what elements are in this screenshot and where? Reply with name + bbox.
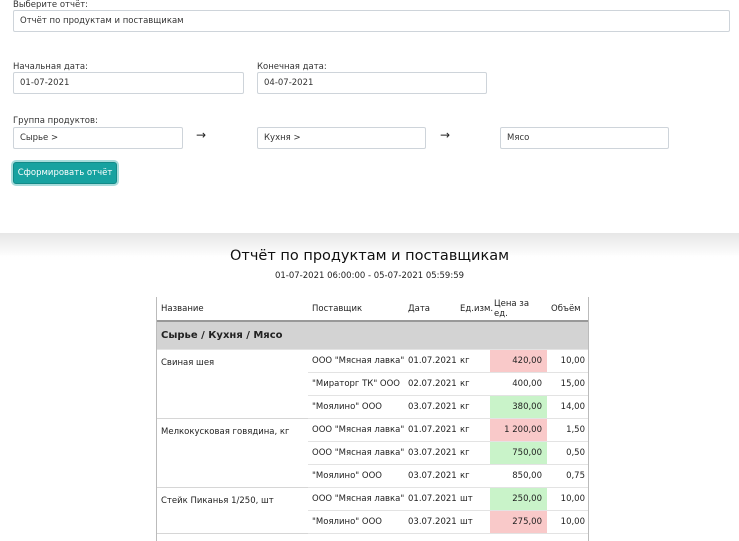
cell-price: 275,00 [490,510,547,534]
product-group-label: Группа продуктов: [13,116,98,126]
report-form: Выберите отчёт: Отчёт по продуктам и пос… [0,0,739,233]
product-name: Свиная шея [157,349,308,419]
report-table: Название Поставщик Дата Ед.изм. Цена за … [157,297,588,534]
product-group-level2-select[interactable]: Кухня > [257,127,426,149]
col-header-unit: Ед.изм. [456,297,493,322]
cell-supplier: "Моялино" ООО [308,510,404,534]
cell-date: 01.07.2021 [404,487,456,511]
cell-unit: шт [456,487,490,511]
report-select-label: Выберите отчёт: [13,0,89,10]
cell-price: 420,00 [490,349,547,373]
table-row: Свиная шея ООО "Мясная лавка" 01.07.2021 кг… [157,349,588,419]
group-title: Сырье / Кухня / Мясо [157,321,588,350]
cell-price: 400,00 [490,372,547,396]
cell-price: 1 200,00 [490,418,547,442]
cell-volume: 10,00 [547,349,588,373]
col-header-supplier: Поставщик [308,297,404,322]
cell-volume: 0,50 [547,441,588,465]
table-row: Стейк Пиканья 1/250, шт ООО "Мясная лавка… [157,487,588,534]
cell-supplier: "Моялино" ООО [308,395,404,419]
cell-volume: 10,00 [547,510,588,534]
col-header-date: Дата [404,297,456,322]
table-row: Мелкокусковая говядина, кг ООО "Мясная ла… [157,418,588,488]
cell-unit: кг [456,349,490,373]
cell-supplier: ООО "Мясная лавка" [308,441,404,465]
cell-price: 380,00 [490,395,547,419]
col-header-price: Цена за ед. [490,297,547,322]
cell-price: 750,00 [490,441,547,465]
report-title: Отчёт по продуктам и поставщикам [229,248,510,264]
cell-unit: кг [456,441,490,465]
cell-supplier: ООО "Мясная лавка" [308,349,404,373]
cell-date: 02.07.2021 [404,372,456,396]
generate-report-button[interactable]: Сформировать отчёт [13,162,117,184]
group-row: Сырье / Кухня / Мясо [157,321,588,350]
end-date-input[interactable]: 04-07-2021 [257,72,487,94]
cell-supplier: "Моялино" ООО [308,464,404,488]
table-header-row: Название Поставщик Дата Ед.изм. Цена за … [157,297,588,322]
cell-date: 03.07.2021 [404,464,456,488]
start-date-label: Начальная дата: [13,62,88,72]
cell-date: 03.07.2021 [404,441,456,465]
report-select[interactable]: Отчёт по продуктам и поставщикам [13,10,730,32]
cell-date: 01.07.2021 [404,418,456,442]
cell-date: 01.07.2021 [404,349,456,373]
arrow-right-icon: → [440,128,451,142]
cell-unit: кг [456,464,490,488]
cell-unit: кг [456,418,490,442]
cell-supplier: ООО "Мясная лавка" [308,487,404,511]
cell-volume: 15,00 [547,372,588,396]
cell-date: 03.07.2021 [404,510,456,534]
col-header-volume: Объём [547,297,588,322]
cell-date: 03.07.2021 [404,395,456,419]
cell-volume: 14,00 [547,395,588,419]
product-group-level1-select[interactable]: Сырье > [13,127,183,149]
cell-unit: шт [456,510,490,534]
end-date-label: Конечная дата: [257,62,327,72]
cell-supplier: ООО "Мясная лавка" [308,418,404,442]
arrow-right-icon: → [196,128,207,142]
product-name: Мелкокусковая говядина, кг [157,418,308,488]
start-date-input[interactable]: 01-07-2021 [13,72,244,94]
cell-supplier: "Мираторг ТК" ООО [308,372,404,396]
cell-volume: 1,50 [547,418,588,442]
col-header-name: Название [157,297,308,322]
cell-unit: кг [456,395,490,419]
cell-unit: кг [456,372,490,396]
report-period: 01-07-2021 06:00:00 - 05-07-2021 05:59:5… [274,271,465,281]
report-table-container: Название Поставщик Дата Ед.изм. Цена за … [156,297,589,541]
cell-price: 850,00 [490,464,547,488]
product-group-level3-select[interactable]: Мясо [500,127,669,149]
product-name: Стейк Пиканья 1/250, шт [157,487,308,534]
cell-price: 250,00 [490,487,547,511]
cell-volume: 10,00 [547,487,588,511]
cell-volume: 0,75 [547,464,588,488]
